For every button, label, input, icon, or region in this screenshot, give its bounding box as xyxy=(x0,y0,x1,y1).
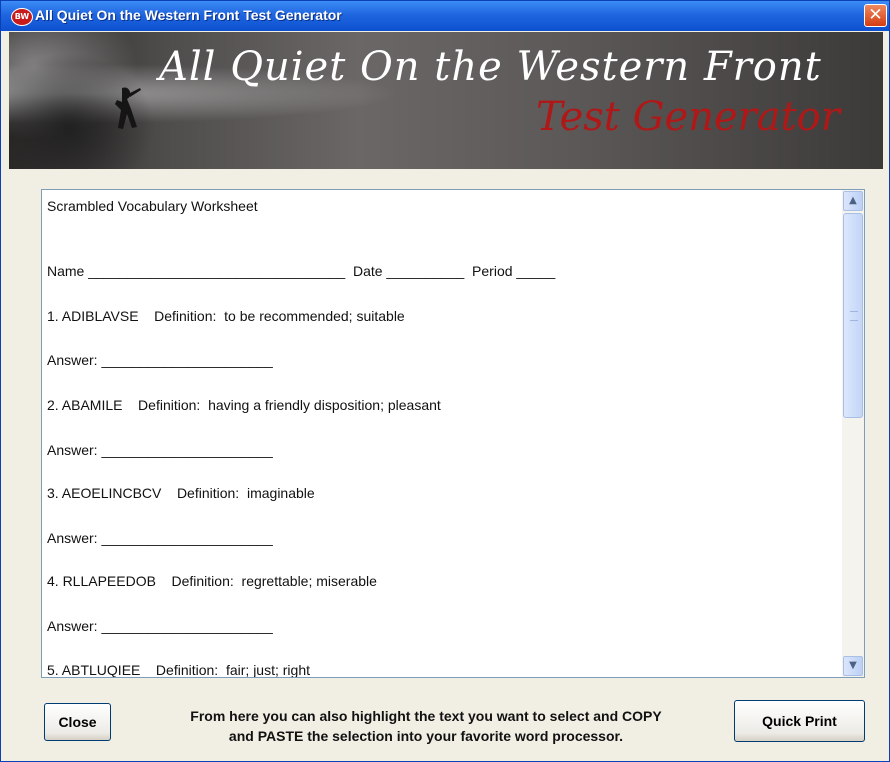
worksheet-text-area[interactable]: Scrambled Vocabulary Worksheet Name ____… xyxy=(41,189,865,678)
window-close-button[interactable]: ✕ xyxy=(864,4,887,27)
worksheet-content[interactable]: Scrambled Vocabulary Worksheet Name ____… xyxy=(42,190,842,677)
name-date-period-line: Name _________________________________ D… xyxy=(47,263,556,279)
answer-line-4: Answer: ______________________ xyxy=(47,618,273,634)
banner-title: All Quiet On the Western Front xyxy=(159,44,822,90)
app-window: BW All Quiet On the Western Front Test G… xyxy=(0,0,890,762)
scrollbar-thumb[interactable] xyxy=(843,213,863,418)
answer-line-1: Answer: ______________________ xyxy=(47,352,273,368)
hint-line-2: and PASTE the selection into your favori… xyxy=(228,728,624,744)
answer-line-2: Answer: ______________________ xyxy=(47,442,273,458)
vocab-item-2: 2. ABAMILE Definition: having a friendly… xyxy=(47,397,441,413)
close-button[interactable]: Close xyxy=(44,703,111,741)
app-icon: BW xyxy=(11,8,33,26)
battlefield-image xyxy=(9,32,179,169)
window-title: All Quiet On the Western Front Test Gene… xyxy=(35,7,342,23)
quick-print-button[interactable]: Quick Print xyxy=(734,700,865,742)
copy-paste-hint: From here you can also highlight the tex… xyxy=(131,706,721,746)
vocab-item-5: 5. ABTLUQIEE Definition: fair; just; rig… xyxy=(47,662,310,678)
vocab-item-4: 4. RLLAPEEDOB Definition: regrettable; m… xyxy=(47,573,377,589)
scroll-down-button[interactable]: ▼ xyxy=(843,656,863,676)
vocab-item-1: 1. ADIBLAVSE Definition: to be recommend… xyxy=(47,308,405,324)
answer-line-3: Answer: ______________________ xyxy=(47,530,273,546)
scroll-up-button[interactable]: ▲ xyxy=(843,191,863,211)
banner-subtitle: Test Generator xyxy=(536,94,840,140)
soldier-silhouette-icon xyxy=(115,87,141,129)
grip-icon xyxy=(850,311,858,321)
chevron-up-icon: ▲ xyxy=(849,195,857,206)
worksheet-title: Scrambled Vocabulary Worksheet xyxy=(47,198,258,214)
vertical-scrollbar[interactable]: ▲ ▼ xyxy=(842,190,864,677)
close-icon: ✕ xyxy=(868,5,883,25)
title-bar[interactable]: BW All Quiet On the Western Front Test G… xyxy=(1,1,889,31)
hint-line-1: From here you can also highlight the tex… xyxy=(190,708,662,724)
vocab-item-3: 3. AEOELINCBCV Definition: imaginable xyxy=(47,485,315,501)
chevron-down-icon: ▼ xyxy=(849,660,857,671)
header-banner: All Quiet On the Western Front Test Gene… xyxy=(9,32,883,169)
